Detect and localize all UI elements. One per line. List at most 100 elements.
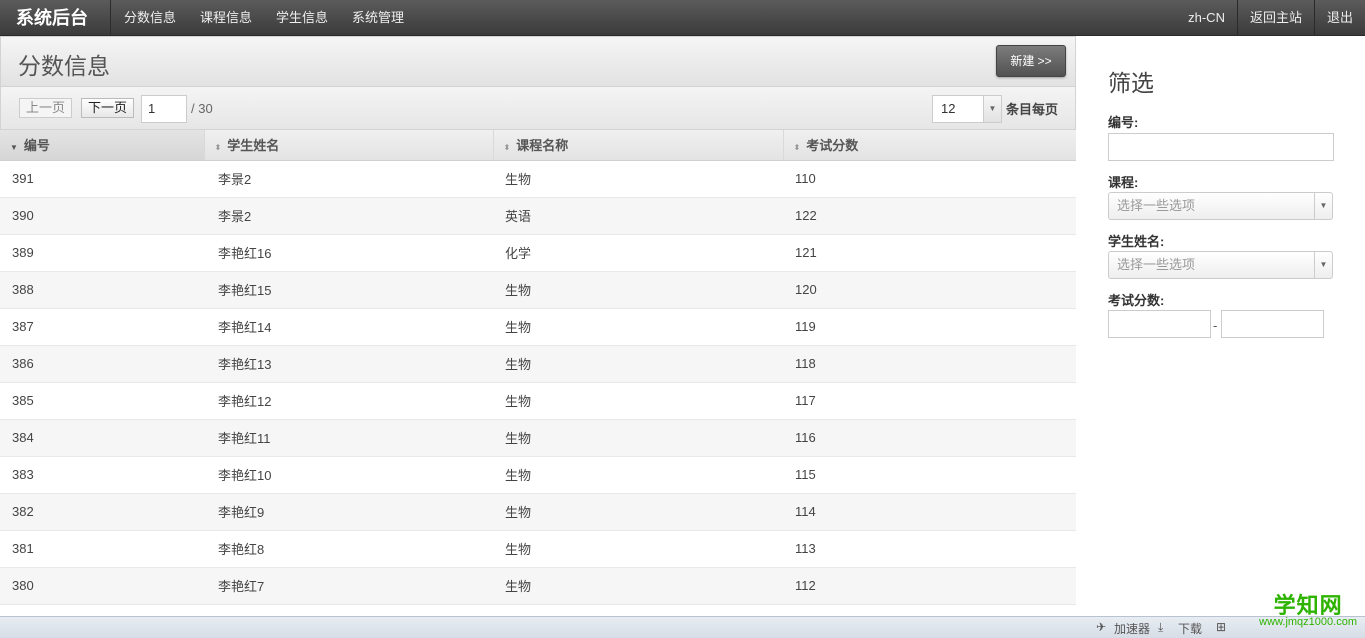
table-row[interactable]: 386 李艳红13 生物 118 — [0, 345, 1076, 382]
nav-system-admin[interactable]: 系统管理 — [340, 0, 416, 36]
top-right-links: zh-CN 返回主站 退出 — [1176, 0, 1365, 36]
table-row[interactable]: 391 李景2 生物 110 — [0, 160, 1076, 197]
add-icon[interactable]: ⊞ — [1216, 620, 1226, 634]
cell-id: 386 — [12, 356, 34, 371]
cell-course-name: 生物 — [505, 394, 532, 409]
table-row[interactable]: 388 李艳红15 生物 120 — [0, 271, 1076, 308]
sort-icon: ⬍ — [793, 143, 801, 153]
cell-id: 391 — [12, 171, 34, 186]
per-page-label: 条目每页 — [1006, 102, 1059, 117]
logout-link[interactable]: 退出 — [1313, 0, 1365, 36]
nav-score-info[interactable]: 分数信息 — [112, 0, 188, 36]
cell-student-name: 李艳红10 — [218, 468, 272, 483]
cell-course-name: 生物 — [505, 320, 532, 335]
column-header-course-name[interactable]: ⬍ 课程名称 — [493, 130, 784, 161]
cell-student-name: 李艳红14 — [218, 320, 272, 335]
cell-course-name: 生物 — [505, 283, 532, 298]
cell-id: 390 — [12, 208, 34, 223]
filter-course-select[interactable]: 选择一些选项 ▼ — [1108, 192, 1333, 220]
app-brand[interactable]: 系统后台 — [0, 0, 111, 36]
nav-course-info[interactable]: 课程信息 — [188, 0, 264, 36]
sort-desc-icon: ▼ — [10, 143, 18, 153]
table-row[interactable]: 382 李艳红9 生物 114 — [0, 493, 1076, 530]
filter-course-placeholder: 选择一些选项 — [1117, 198, 1196, 213]
accelerator-label[interactable]: 加速器 — [1114, 620, 1150, 637]
sort-icon: ⬍ — [214, 143, 222, 153]
rocket-icon: ✈ — [1096, 620, 1107, 634]
filter-student-label: 学生姓名: — [1108, 234, 1165, 249]
table-row[interactable]: 387 李艳红14 生物 119 — [0, 308, 1076, 345]
table-header-row: ▼ 编号 ⬍ 学生姓名 ⬍ 课程名称 ⬍ 考试分数 — [0, 130, 1077, 161]
cell-course-name: 生物 — [505, 357, 532, 372]
table-row[interactable]: 384 李艳红11 生物 116 — [0, 419, 1076, 456]
title-bar: 分数信息 新建 >> — [0, 36, 1076, 87]
cell-student-name: 李艳红9 — [218, 505, 265, 520]
cell-course-name: 英语 — [505, 209, 532, 224]
filter-score-max-input[interactable] — [1221, 310, 1324, 338]
page-total: / 30 — [191, 101, 213, 116]
cell-student-name: 李景2 — [218, 172, 252, 187]
cell-course-name: 生物 — [505, 172, 532, 187]
new-button[interactable]: 新建 >> — [996, 45, 1066, 77]
cell-course-name: 化学 — [505, 246, 532, 261]
cell-score: 119 — [795, 319, 816, 334]
cell-course-name: 生物 — [505, 505, 532, 520]
next-page-button[interactable]: 下一页 — [81, 98, 135, 118]
cell-student-name: 李艳红11 — [218, 431, 271, 446]
filter-student-select[interactable]: 选择一些选项 ▼ — [1108, 251, 1333, 279]
cell-score: 117 — [795, 393, 816, 408]
cell-student-name: 李艳红8 — [218, 542, 265, 557]
cell-id: 385 — [12, 393, 34, 408]
table-row[interactable]: 383 李艳红10 生物 115 — [0, 456, 1076, 493]
table-row[interactable]: 380 李艳红7 生物 112 — [0, 567, 1076, 604]
page-number-input[interactable]: 1 — [141, 95, 187, 123]
cell-student-name: 李艳红15 — [218, 283, 272, 298]
page-title: 分数信息 — [18, 53, 110, 79]
cell-score: 118 — [795, 356, 816, 371]
column-header-score[interactable]: ⬍ 考试分数 — [783, 130, 1077, 161]
column-header-student-name[interactable]: ⬍ 学生姓名 — [204, 130, 494, 161]
filter-score-label: 考试分数: — [1108, 293, 1165, 308]
download-label[interactable]: 下载 — [1178, 620, 1202, 637]
watermark-url: www.jmqz1000.com — [1259, 616, 1357, 628]
column-header-id[interactable]: ▼ 编号 — [0, 130, 205, 161]
cell-score: 121 — [795, 245, 817, 260]
cell-id: 389 — [12, 245, 34, 260]
prev-page-button[interactable]: 上一页 — [19, 98, 73, 118]
cell-score: 120 — [795, 282, 817, 297]
cell-id: 380 — [12, 578, 34, 593]
per-page-select[interactable]: 12 ▼ — [932, 95, 1002, 123]
cell-score: 113 — [795, 541, 816, 556]
cell-course-name: 生物 — [505, 468, 532, 483]
chevron-down-icon: ▼ — [983, 96, 1001, 122]
filter-id-label: 编号: — [1108, 115, 1139, 130]
cell-student-name: 李艳红13 — [218, 357, 272, 372]
cell-student-name: 李艳红7 — [218, 579, 265, 594]
table-row[interactable]: 385 李艳红12 生物 117 — [0, 382, 1076, 419]
cell-student-name: 李艳红12 — [218, 394, 272, 409]
nav-student-info[interactable]: 学生信息 — [264, 0, 340, 36]
cell-id: 387 — [12, 319, 34, 334]
sort-icon: ⬍ — [503, 143, 511, 153]
language-switch[interactable]: zh-CN — [1176, 0, 1237, 36]
main-nav: 分数信息 课程信息 学生信息 系统管理 — [112, 0, 416, 36]
filter-id-input[interactable] — [1108, 133, 1334, 161]
chevron-down-icon: ▼ — [1314, 193, 1332, 219]
table-row[interactable]: 389 李艳红16 化学 121 — [0, 234, 1076, 271]
browser-status-bar: ✈ 加速器 ⤓ 下载 ⊞ — [0, 616, 1365, 638]
main-panel: 分数信息 新建 >> 上一页 下一页 1 / 30 12 ▼ 条目每页 ▼ 编号 … — [0, 36, 1077, 616]
cell-score: 110 — [795, 171, 816, 186]
table-row[interactable]: 390 李景2 英语 122 — [0, 197, 1076, 234]
back-to-site-link[interactable]: 返回主站 — [1236, 0, 1314, 36]
table-body: 391 李景2 生物 110 390 李景2 英语 122 389 李艳红16 化学 121 38… — [0, 160, 1076, 604]
cell-score: 122 — [795, 208, 817, 223]
cell-course-name: 生物 — [505, 431, 532, 446]
per-page-value: 12 — [941, 101, 956, 116]
cell-score: 116 — [795, 430, 816, 445]
cell-score: 112 — [795, 578, 816, 593]
cell-id: 382 — [12, 504, 34, 519]
table-row[interactable]: 381 李艳红8 生物 113 — [0, 530, 1076, 567]
filter-score-min-input[interactable] — [1108, 310, 1211, 338]
range-separator: - — [1213, 318, 1218, 333]
filter-panel: 筛选 编号: 课程: 选择一些选项 ▼ 学生姓名: 选择一些选项 ▼ 考试分数:… — [1076, 36, 1365, 616]
